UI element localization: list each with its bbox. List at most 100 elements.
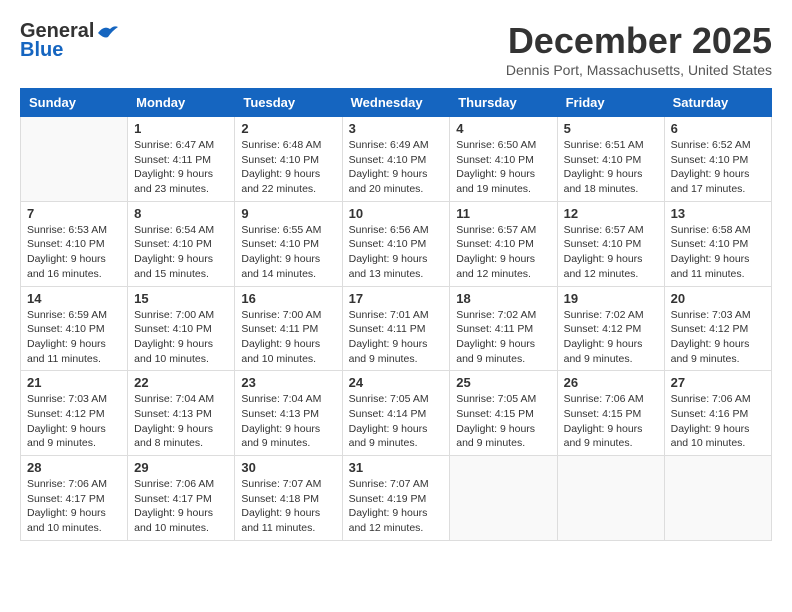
- calendar-cell: 16 Sunrise: 7:00 AM Sunset: 4:11 PM Dayl…: [235, 286, 342, 371]
- calendar-cell: 9 Sunrise: 6:55 AM Sunset: 4:10 PM Dayli…: [235, 201, 342, 286]
- day-number: 10: [349, 206, 444, 221]
- day-number: 27: [671, 375, 765, 390]
- day-info: Sunrise: 7:03 AM Sunset: 4:12 PM Dayligh…: [27, 392, 121, 451]
- day-number: 16: [241, 291, 335, 306]
- day-info: Sunrise: 7:06 AM Sunset: 4:16 PM Dayligh…: [671, 392, 765, 451]
- sunrise-text: Sunrise: 7:03 AM: [27, 393, 107, 405]
- day-info: Sunrise: 7:02 AM Sunset: 4:11 PM Dayligh…: [456, 308, 550, 367]
- sunrise-text: Sunrise: 7:02 AM: [564, 309, 644, 321]
- sunset-text: Sunset: 4:10 PM: [241, 238, 319, 250]
- daylight-text: Daylight: 9 hours and 9 minutes.: [564, 423, 643, 450]
- sunset-text: Sunset: 4:10 PM: [671, 238, 749, 250]
- daylight-text: Daylight: 9 hours and 9 minutes.: [564, 338, 643, 365]
- day-info: Sunrise: 6:48 AM Sunset: 4:10 PM Dayligh…: [241, 138, 335, 197]
- daylight-text: Daylight: 9 hours and 8 minutes.: [134, 423, 213, 450]
- sunset-text: Sunset: 4:19 PM: [349, 493, 427, 505]
- daylight-text: Daylight: 9 hours and 19 minutes.: [456, 168, 535, 195]
- sunset-text: Sunset: 4:11 PM: [349, 323, 426, 335]
- day-number: 13: [671, 206, 765, 221]
- sunset-text: Sunset: 4:12 PM: [564, 323, 642, 335]
- day-info: Sunrise: 7:06 AM Sunset: 4:17 PM Dayligh…: [27, 477, 121, 536]
- sunset-text: Sunset: 4:15 PM: [564, 408, 642, 420]
- logo-blue-text: Blue: [20, 39, 63, 62]
- sunrise-text: Sunrise: 7:02 AM: [456, 309, 536, 321]
- sunset-text: Sunset: 4:10 PM: [349, 238, 427, 250]
- calendar-cell: 13 Sunrise: 6:58 AM Sunset: 4:10 PM Dayl…: [664, 201, 771, 286]
- calendar-week-row: 1 Sunrise: 6:47 AM Sunset: 4:11 PM Dayli…: [21, 117, 772, 202]
- calendar-week-row: 7 Sunrise: 6:53 AM Sunset: 4:10 PM Dayli…: [21, 201, 772, 286]
- sunrise-text: Sunrise: 6:51 AM: [564, 139, 644, 151]
- daylight-text: Daylight: 9 hours and 11 minutes.: [241, 507, 320, 534]
- day-info: Sunrise: 7:04 AM Sunset: 4:13 PM Dayligh…: [134, 392, 228, 451]
- day-info: Sunrise: 6:57 AM Sunset: 4:10 PM Dayligh…: [456, 223, 550, 282]
- calendar-cell: 30 Sunrise: 7:07 AM Sunset: 4:18 PM Dayl…: [235, 456, 342, 541]
- sunset-text: Sunset: 4:15 PM: [456, 408, 534, 420]
- daylight-text: Daylight: 9 hours and 9 minutes.: [671, 338, 750, 365]
- calendar-cell: 4 Sunrise: 6:50 AM Sunset: 4:10 PM Dayli…: [450, 117, 557, 202]
- day-number: 14: [27, 291, 121, 306]
- sunset-text: Sunset: 4:10 PM: [134, 238, 212, 250]
- sunrise-text: Sunrise: 7:04 AM: [134, 393, 214, 405]
- daylight-text: Daylight: 9 hours and 9 minutes.: [349, 423, 428, 450]
- calendar-cell: 19 Sunrise: 7:02 AM Sunset: 4:12 PM Dayl…: [557, 286, 664, 371]
- daylight-text: Daylight: 9 hours and 11 minutes.: [27, 338, 106, 365]
- day-info: Sunrise: 6:50 AM Sunset: 4:10 PM Dayligh…: [456, 138, 550, 197]
- sunset-text: Sunset: 4:10 PM: [564, 238, 642, 250]
- calendar-cell: 5 Sunrise: 6:51 AM Sunset: 4:10 PM Dayli…: [557, 117, 664, 202]
- calendar-cell: 22 Sunrise: 7:04 AM Sunset: 4:13 PM Dayl…: [128, 371, 235, 456]
- day-number: 30: [241, 460, 335, 475]
- day-info: Sunrise: 6:54 AM Sunset: 4:10 PM Dayligh…: [134, 223, 228, 282]
- day-info: Sunrise: 6:49 AM Sunset: 4:10 PM Dayligh…: [349, 138, 444, 197]
- calendar-cell: [450, 456, 557, 541]
- sunset-text: Sunset: 4:14 PM: [349, 408, 427, 420]
- sunrise-text: Sunrise: 7:05 AM: [456, 393, 536, 405]
- daylight-text: Daylight: 9 hours and 12 minutes.: [456, 253, 535, 280]
- sunrise-text: Sunrise: 6:57 AM: [456, 224, 536, 236]
- day-number: 22: [134, 375, 228, 390]
- day-number: 19: [564, 291, 658, 306]
- day-info: Sunrise: 7:07 AM Sunset: 4:18 PM Dayligh…: [241, 477, 335, 536]
- calendar-cell: 3 Sunrise: 6:49 AM Sunset: 4:10 PM Dayli…: [342, 117, 450, 202]
- calendar-cell: 1 Sunrise: 6:47 AM Sunset: 4:11 PM Dayli…: [128, 117, 235, 202]
- calendar-cell: 2 Sunrise: 6:48 AM Sunset: 4:10 PM Dayli…: [235, 117, 342, 202]
- daylight-text: Daylight: 9 hours and 17 minutes.: [671, 168, 750, 195]
- sunrise-text: Sunrise: 7:06 AM: [564, 393, 644, 405]
- daylight-text: Daylight: 9 hours and 12 minutes.: [349, 507, 428, 534]
- sunrise-text: Sunrise: 7:06 AM: [27, 478, 107, 490]
- calendar-cell: 23 Sunrise: 7:04 AM Sunset: 4:13 PM Dayl…: [235, 371, 342, 456]
- sunrise-text: Sunrise: 7:07 AM: [349, 478, 429, 490]
- daylight-text: Daylight: 9 hours and 9 minutes.: [241, 423, 320, 450]
- sunset-text: Sunset: 4:12 PM: [671, 323, 749, 335]
- sunset-text: Sunset: 4:16 PM: [671, 408, 749, 420]
- sunrise-text: Sunrise: 7:05 AM: [349, 393, 429, 405]
- day-number: 20: [671, 291, 765, 306]
- day-info: Sunrise: 7:03 AM Sunset: 4:12 PM Dayligh…: [671, 308, 765, 367]
- calendar-table: SundayMondayTuesdayWednesdayThursdayFrid…: [20, 88, 772, 541]
- page-header: General Blue December 2025 Dennis Port, …: [20, 20, 772, 78]
- calendar-cell: 12 Sunrise: 6:57 AM Sunset: 4:10 PM Dayl…: [557, 201, 664, 286]
- sunrise-text: Sunrise: 6:56 AM: [349, 224, 429, 236]
- day-number: 25: [456, 375, 550, 390]
- sunset-text: Sunset: 4:10 PM: [456, 154, 534, 166]
- day-info: Sunrise: 7:05 AM Sunset: 4:14 PM Dayligh…: [349, 392, 444, 451]
- sunset-text: Sunset: 4:10 PM: [27, 323, 105, 335]
- sunrise-text: Sunrise: 6:57 AM: [564, 224, 644, 236]
- calendar-cell: 24 Sunrise: 7:05 AM Sunset: 4:14 PM Dayl…: [342, 371, 450, 456]
- day-info: Sunrise: 6:55 AM Sunset: 4:10 PM Dayligh…: [241, 223, 335, 282]
- daylight-text: Daylight: 9 hours and 20 minutes.: [349, 168, 428, 195]
- sunrise-text: Sunrise: 7:01 AM: [349, 309, 429, 321]
- sunset-text: Sunset: 4:10 PM: [671, 154, 749, 166]
- day-info: Sunrise: 7:00 AM Sunset: 4:11 PM Dayligh…: [241, 308, 335, 367]
- calendar-header-thursday: Thursday: [450, 89, 557, 117]
- day-number: 17: [349, 291, 444, 306]
- calendar-cell: 7 Sunrise: 6:53 AM Sunset: 4:10 PM Dayli…: [21, 201, 128, 286]
- day-info: Sunrise: 6:57 AM Sunset: 4:10 PM Dayligh…: [564, 223, 658, 282]
- calendar-cell: 28 Sunrise: 7:06 AM Sunset: 4:17 PM Dayl…: [21, 456, 128, 541]
- daylight-text: Daylight: 9 hours and 14 minutes.: [241, 253, 320, 280]
- calendar-week-row: 14 Sunrise: 6:59 AM Sunset: 4:10 PM Dayl…: [21, 286, 772, 371]
- daylight-text: Daylight: 9 hours and 9 minutes.: [456, 423, 535, 450]
- daylight-text: Daylight: 9 hours and 10 minutes.: [27, 507, 106, 534]
- calendar-cell: [557, 456, 664, 541]
- sunrise-text: Sunrise: 6:58 AM: [671, 224, 751, 236]
- day-number: 11: [456, 206, 550, 221]
